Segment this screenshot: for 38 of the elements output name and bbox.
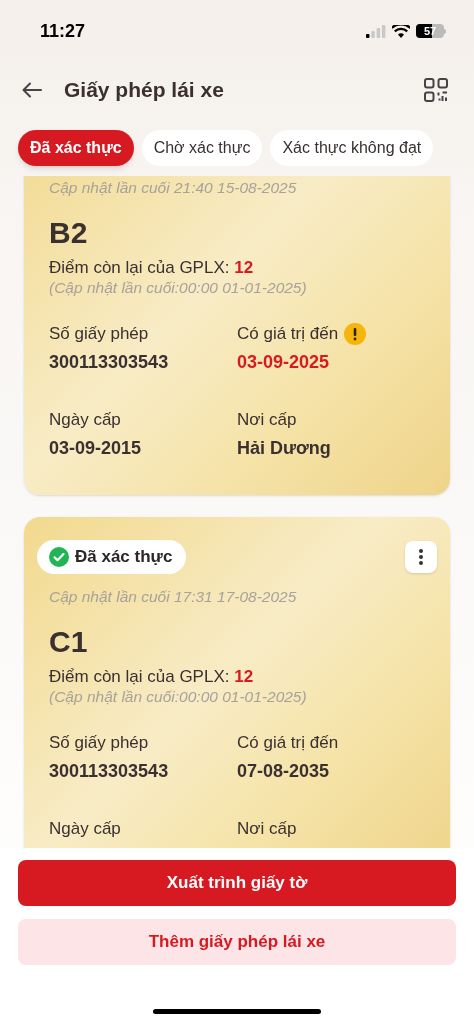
field-value: 03-09-2025 [237,351,331,374]
last-updated: Cập nhật lần cuối 21:40 15-08-2025 [49,178,298,198]
field-label: Nơi cấp [237,409,297,431]
points-text: Điểm còn lại của GPLX: 12 [49,667,255,687]
field-label: Nơi cấp [237,818,297,840]
more-icon [419,549,423,565]
field-label: Số giấy phép [49,323,149,345]
field-value: 300113303543 [49,760,170,783]
status-time: 11:27 [40,19,86,43]
field-value: 07-08-2035 [237,760,331,783]
back-arrow-icon [22,82,42,98]
field-value: Hải Dương [237,437,332,460]
filter-tab[interactable]: Xác thực không đạt [270,130,434,166]
more-button[interactable] [405,541,437,573]
field-label: Ngày cấp [49,409,121,431]
wifi-icon [392,24,410,38]
field-value: 03-09-2015 [49,437,143,460]
points-updated: (Cập nhật lần cuối:00:00 01-01-2025) [49,687,308,707]
field-label: Có giá trị đến [237,732,339,754]
signal-icon [366,24,386,38]
present-button[interactable]: Xuất trình giấy tờ [18,860,456,906]
field-label: Ngày cấp [49,818,121,840]
filter-tab[interactable]: Chờ xác thực [141,130,263,166]
filter-tab[interactable]: Đã xác thực [18,130,134,166]
verified-badge: Đã xác thực [37,540,187,574]
check-icon [49,547,69,567]
field-value: 300113303543 [49,351,170,374]
qr-button[interactable] [424,77,450,103]
field-label: Có giá trị đến [237,323,339,345]
points-text: Điểm còn lại của GPLX: 12 [49,258,255,278]
license-class: B2 [49,216,89,250]
last-updated: Cập nhật lần cuối 17:31 17-08-2025 [49,587,298,607]
qr-code-icon [424,78,448,102]
points-updated: (Cập nhật lần cuối:00:00 01-01-2025) [49,278,308,298]
license-class: C1 [49,625,89,659]
field-label: Số giấy phép [49,732,149,754]
page-title: Giấy phép lái xe [64,77,224,104]
add-license-button[interactable]: Thêm giấy phép lái xe [18,919,456,965]
